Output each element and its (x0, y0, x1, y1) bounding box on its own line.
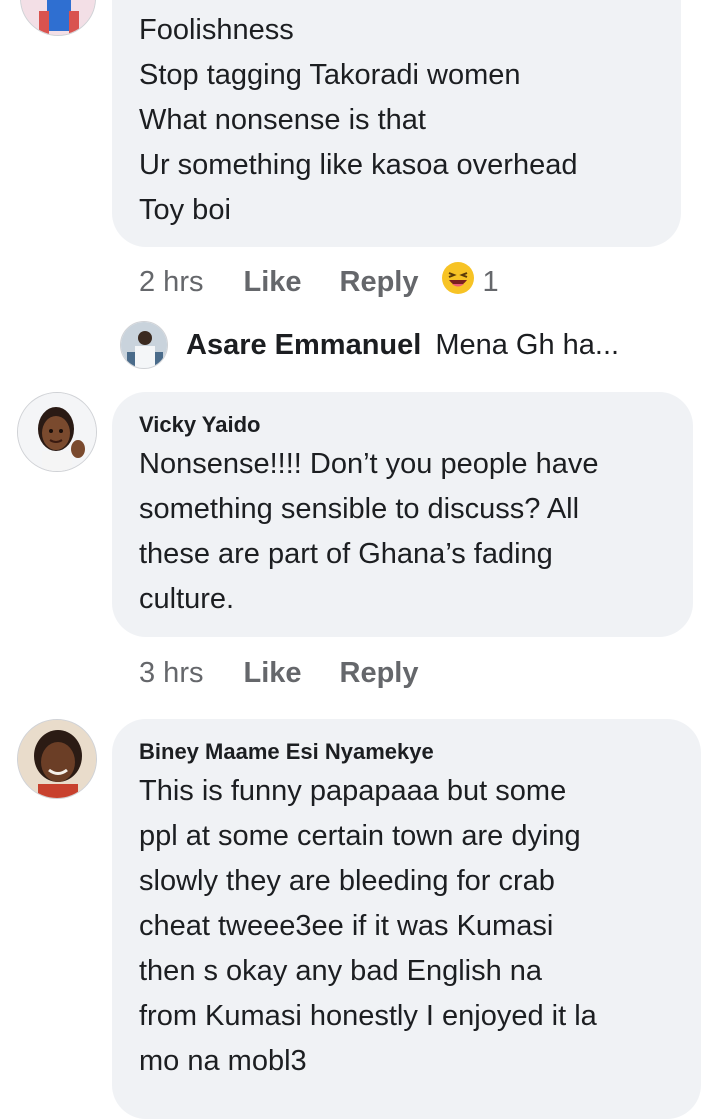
reply-snippet: Mena Gh ha... (435, 328, 620, 361)
like-button[interactable]: Like (243, 657, 301, 690)
commenter-avatar[interactable] (20, 0, 96, 36)
comment-text: This is funny papapaaa but some ppl at s… (139, 775, 597, 1077)
commenter-avatar[interactable] (17, 719, 97, 799)
comment-author-name[interactable]: Biney Maame Esi Nyamekye (139, 739, 681, 765)
memoji-avatar (18, 393, 96, 471)
comment-actions: 3 hrs Like Reply (139, 653, 457, 693)
comment-timestamp: 3 hrs (139, 656, 204, 689)
comment-author-name[interactable]: Vicky Yaido (139, 412, 673, 438)
reply-button[interactable]: Reply (340, 266, 419, 299)
reply-author-name[interactable]: Asare Emmanuel (186, 329, 421, 362)
comment-bubble: Vicky Yaido Nonsense!!!! Don’t you peopl… (112, 392, 693, 637)
reaction-count: 1 (482, 265, 499, 298)
reply-button[interactable]: Reply (340, 657, 419, 690)
avatar-photo (21, 0, 95, 35)
comment-bubble: Foolishness Stop tagging Takoradi women … (112, 0, 681, 247)
comment-text: Foolishness Stop tagging Takoradi women … (139, 14, 578, 226)
reply-preview[interactable]: Asare Emmanuel Mena Gh ha... (120, 320, 619, 370)
like-button[interactable]: Like (243, 266, 301, 299)
comment-timestamp: 2 hrs (139, 265, 204, 298)
reply-author-avatar (120, 321, 168, 369)
comment-actions: 2 hrs Like Reply 1 (139, 262, 499, 302)
comment-bubble: Biney Maame Esi Nyamekye This is funny p… (112, 719, 701, 1119)
laughing-emoji-icon[interactable] (441, 261, 475, 303)
avatar-photo (18, 720, 96, 798)
comment-text: Nonsense!!!! Don’t you people have somet… (139, 448, 599, 615)
commenter-avatar[interactable] (17, 392, 97, 472)
